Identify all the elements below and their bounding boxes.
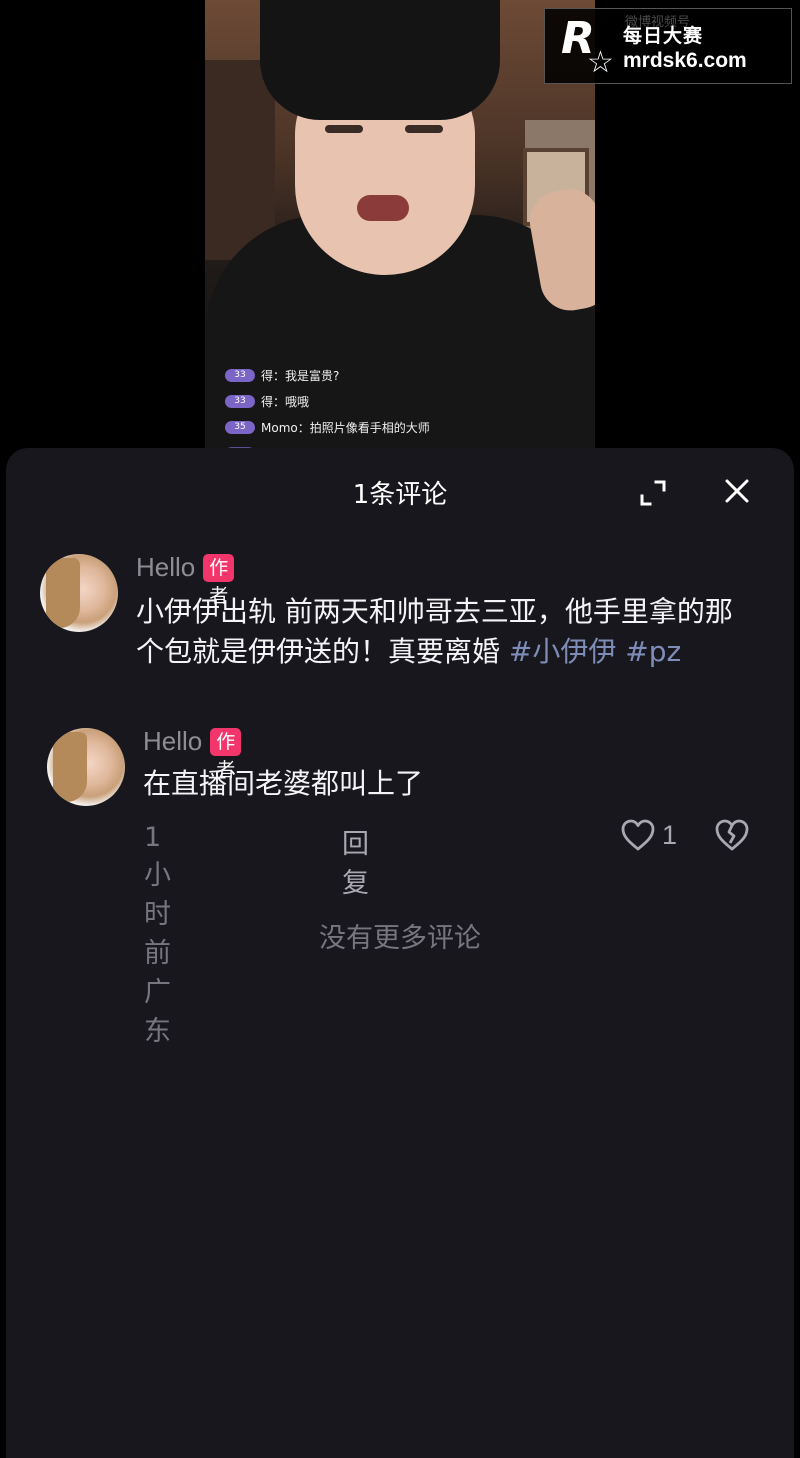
level-badge: 33 [225, 394, 255, 408]
close-button[interactable] [720, 474, 754, 508]
avatar[interactable] [40, 554, 118, 632]
comment-count-title: 1条评论 [352, 480, 448, 510]
comment-author[interactable]: Hello [143, 726, 202, 757]
hashtag-link[interactable]: #小伊伊 #pz [509, 635, 681, 668]
live-comment: 33 得：我是富贵? [225, 362, 430, 388]
live-comment-list: 33 得：我是富贵? 33 得：哦哦 35 Momo：拍照片像看手相的大师 …… [225, 362, 430, 450]
expand-button[interactable] [636, 476, 670, 510]
brand-logo: R ☆ [561, 13, 614, 80]
comment-text[interactable]: 在直播间老婆都叫上了 [143, 764, 743, 804]
live-video[interactable]: 33 得：我是富贵? 33 得：哦哦 35 Momo：拍照片像看手相的大师 …… [205, 0, 595, 450]
reply-button[interactable]: 回复 [342, 822, 369, 900]
author-badge: 作者 [210, 727, 242, 781]
no-more-comments: 没有更多评论 [319, 923, 481, 954]
heart-icon [621, 819, 655, 851]
watermark-brand-text: 每日大赛 [623, 25, 704, 47]
expand-icon [640, 480, 666, 506]
live-comment: 35 Momo：拍照片像看手相的大师 [225, 414, 430, 440]
dislike-button[interactable] [714, 818, 750, 856]
watermark-url: mrdsk6.com [623, 49, 747, 72]
comment-sheet: 1条评论 Hello 作者 小伊伊出轨 前两天和帅哥去三亚，他手里拿的那个包就是… [6, 448, 794, 1458]
level-badge: 35 [225, 420, 255, 434]
comment-text[interactable]: 小伊伊出轨 前两天和帅哥去三亚，他手里拿的那个包就是伊伊送的！真要离婚 #小伊伊… [136, 592, 756, 672]
author-badge: 作者 [203, 553, 235, 607]
live-comment: 33 得：哦哦 [225, 388, 430, 414]
like-count: 1 [662, 819, 678, 850]
avatar[interactable] [47, 728, 125, 806]
watermark: 微博视频号 R ☆ 每日大赛 mrdsk6.com [544, 8, 792, 84]
like-button[interactable]: 1 [620, 818, 677, 852]
close-icon [725, 479, 749, 503]
level-badge: 33 [225, 368, 255, 382]
broken-heart-icon [715, 819, 749, 851]
comment-author[interactable]: Hello [136, 552, 195, 583]
